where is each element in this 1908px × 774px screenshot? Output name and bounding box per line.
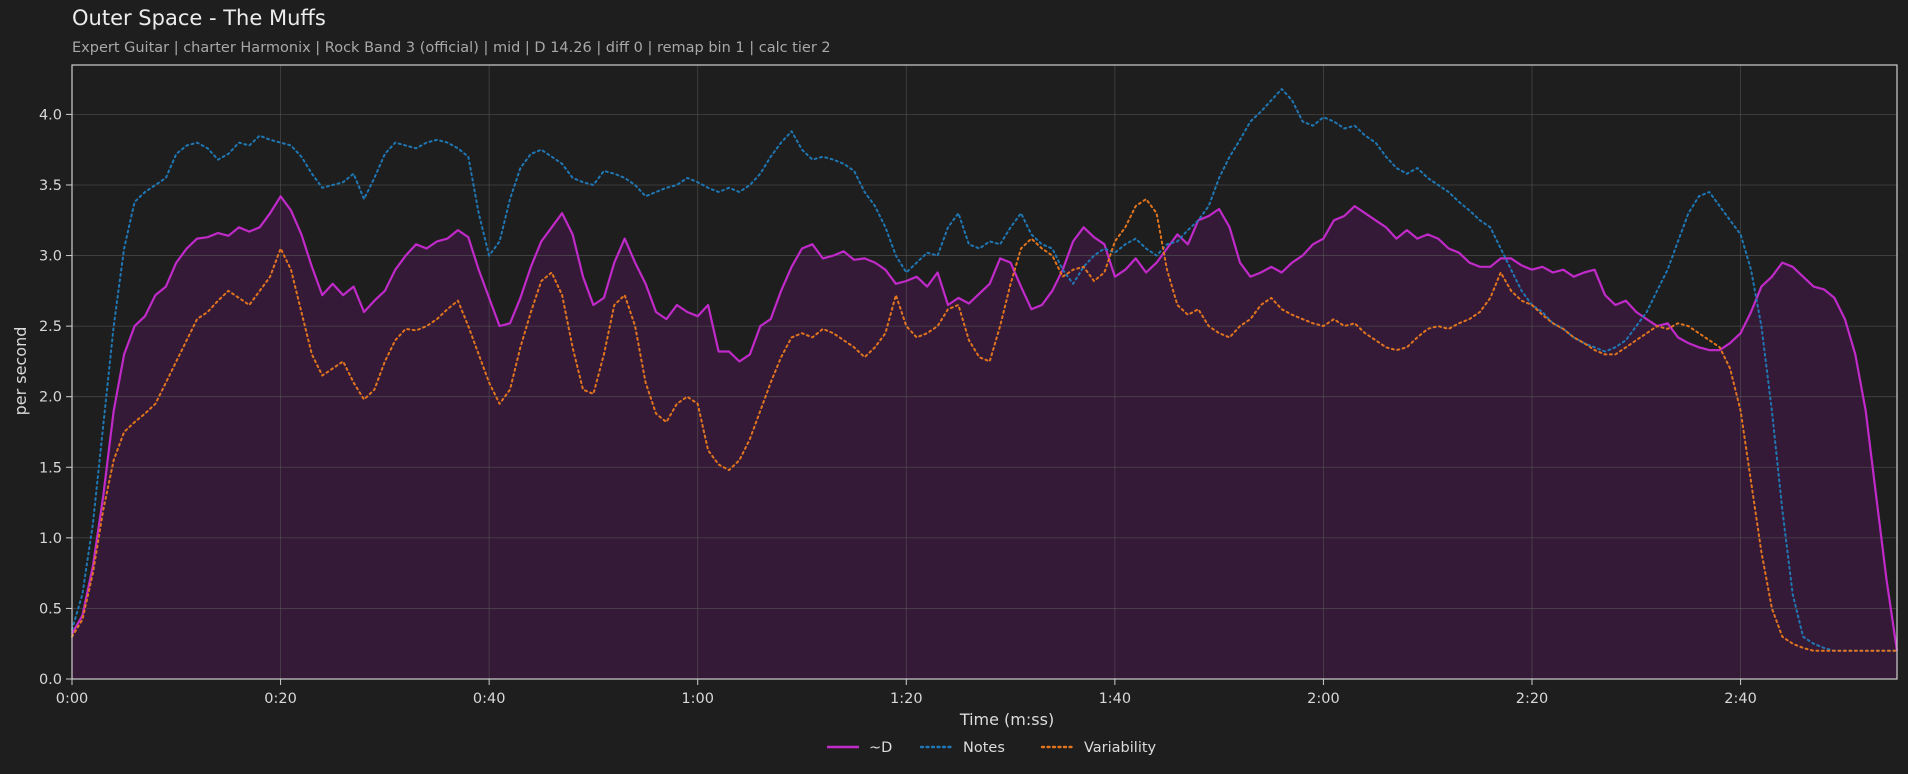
legend-label-1: Notes (963, 740, 1005, 756)
x-tick-label: 1:40 (1099, 691, 1132, 707)
y-tick-label: 3.5 (39, 178, 62, 194)
x-tick-label: 0:40 (473, 691, 506, 707)
x-tick-label: 1:00 (681, 691, 714, 707)
y-axis-label: per second (11, 327, 30, 416)
y-axis-ticks: 0.0 0.5 1.0 1.5 2.0 2.5 3.0 3.5 4.0 (39, 107, 72, 688)
y-tick-label: 0.5 (39, 601, 62, 617)
legend: ~D Notes Variability (827, 740, 1157, 756)
y-tick-label: 0.0 (39, 672, 62, 688)
x-axis-ticks: 0:00 0:20 0:40 1:00 1:20 1:40 2:00 2:20 2:40 (56, 679, 1757, 707)
y-tick-label: 2.5 (39, 319, 62, 335)
x-tick-label: 2:40 (1724, 691, 1757, 707)
y-tick-label: 4.0 (39, 107, 62, 123)
chart-area: 0.0 0.5 1.0 1.5 2.0 2.5 3.0 3.5 4.0 0:00 0:20 0:40… (11, 64, 1899, 756)
x-axis-label: Time (m:ss) (959, 710, 1054, 729)
y-tick-label: 1.0 (39, 531, 62, 547)
y-tick-label: 1.5 (39, 460, 62, 476)
legend-label-0: ~D (869, 740, 892, 756)
x-tick-label: 0:20 (264, 691, 297, 707)
legend-label-2: Variability (1084, 740, 1157, 756)
y-tick-label: 3.0 (39, 249, 62, 265)
x-tick-label: 2:00 (1307, 691, 1340, 707)
series-fill-0 (72, 196, 1897, 680)
area-fill-layer (72, 196, 1897, 680)
x-tick-label: 0:00 (56, 691, 89, 707)
y-tick-label: 2.0 (39, 390, 62, 406)
x-tick-label: 2:20 (1516, 691, 1549, 707)
x-tick-label: 1:20 (890, 691, 923, 707)
